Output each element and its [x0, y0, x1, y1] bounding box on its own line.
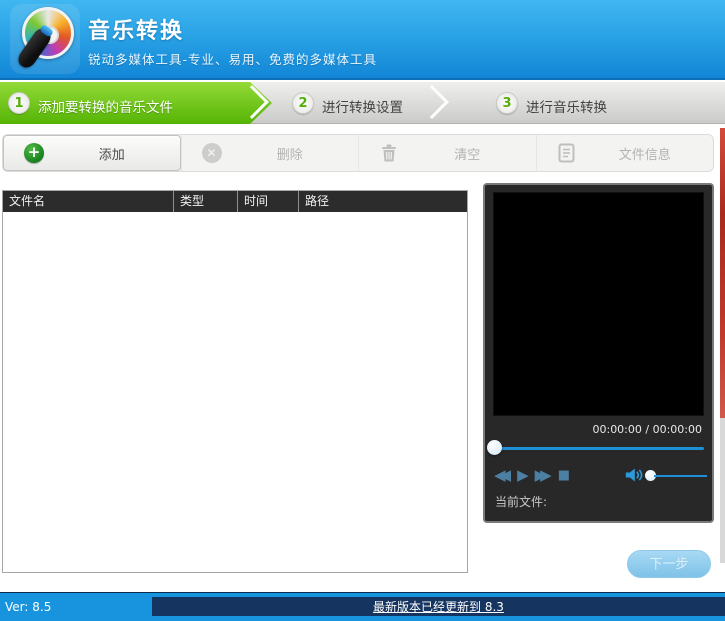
seek-slider-thumb[interactable] — [487, 440, 502, 455]
step-3-label[interactable]: 进行音乐转换 — [526, 96, 607, 116]
rewind-button-icon[interactable]: ◀◀ — [494, 466, 511, 484]
file-list-header-row: 文件名 类型 时间 路径 — [3, 191, 467, 212]
file-info-button-label: 文件信息 — [577, 144, 714, 163]
add-button[interactable]: + 添加 — [3, 135, 181, 171]
delete-button-label: 删除 — [222, 144, 359, 163]
step-tabbar: 1 添加要转换的音乐文件 2 进行转换设置 3 进行音乐转换 — [0, 82, 725, 124]
header: 音乐转换 锐动多媒体工具-专业、易用、免费的多媒体工具 — [0, 0, 725, 80]
update-banner: 最新版本已经更新到 8.3 — [152, 597, 725, 616]
add-plus-icon: + — [24, 143, 44, 163]
app-window: 音乐转换 锐动多媒体工具-专业、易用、免费的多媒体工具 1 添加要转换的音乐文件… — [0, 0, 725, 621]
video-preview-screen — [493, 192, 704, 416]
chevron-separator-icon — [415, 85, 449, 119]
toolbar: + 添加 ✕ 删除 清空 — [2, 134, 714, 172]
add-button-label: 添加 — [44, 144, 180, 163]
play-button-icon[interactable]: ▶ — [517, 466, 529, 484]
step-2-number-badge: 2 — [292, 92, 314, 114]
window-edge-red-strip — [720, 128, 725, 418]
player-panel: 00:00:00 / 00:00:00 ◀◀ ▶ ▶▶ ■ 当前文件: — [483, 183, 714, 523]
delete-button[interactable]: ✕ 删除 — [181, 135, 359, 171]
seek-slider-track[interactable] — [493, 447, 704, 450]
status-bar: Ver: 8.5 最新版本已经更新到 8.3 — [0, 592, 725, 621]
column-header-filename[interactable]: 文件名 — [3, 191, 173, 212]
trash-icon — [379, 143, 399, 163]
column-header-path[interactable]: 路径 — [298, 191, 467, 212]
step-3-number-badge: 3 — [496, 92, 518, 114]
stop-button-icon[interactable]: ■ — [558, 468, 570, 483]
transport-controls: ◀◀ ▶ ▶▶ ■ — [494, 466, 570, 484]
current-file-label: 当前文件: — [495, 493, 547, 510]
delete-x-icon: ✕ — [202, 143, 222, 163]
clear-button[interactable]: 清空 — [358, 135, 536, 171]
clear-button-label: 清空 — [399, 144, 536, 163]
fast-forward-button-icon[interactable]: ▶▶ — [535, 466, 552, 484]
time-display: 00:00:00 / 00:00:00 — [592, 423, 702, 436]
app-title: 音乐转换 — [88, 13, 184, 45]
next-step-button[interactable]: 下一步 — [627, 550, 711, 578]
volume-speaker-icon[interactable] — [624, 466, 644, 488]
step-1-label: 添加要转换的音乐文件 — [38, 96, 173, 116]
window-edge-gray-strip — [720, 418, 725, 563]
update-link[interactable]: 最新版本已经更新到 8.3 — [373, 598, 504, 615]
file-info-button[interactable]: 文件信息 — [536, 135, 714, 171]
file-list-table[interactable]: 文件名 类型 时间 路径 — [2, 190, 468, 573]
version-label: Ver: 8.5 — [5, 600, 51, 614]
app-subtitle: 锐动多媒体工具-专业、易用、免费的多媒体工具 — [88, 49, 377, 68]
column-header-time[interactable]: 时间 — [237, 191, 298, 212]
column-header-type[interactable]: 类型 — [173, 191, 237, 212]
step-2-label[interactable]: 进行转换设置 — [322, 96, 403, 116]
volume-slider-track[interactable] — [654, 475, 707, 477]
step-1-number-badge: 1 — [8, 92, 30, 114]
file-info-document-icon — [557, 143, 577, 163]
